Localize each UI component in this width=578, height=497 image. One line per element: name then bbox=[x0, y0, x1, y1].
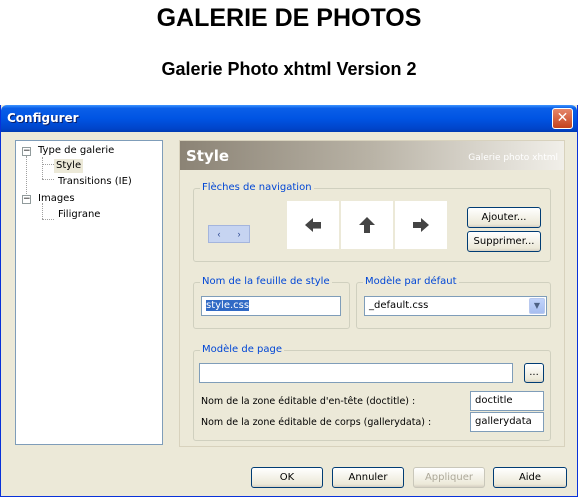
default-model-group: Modèle par défaut _default.css ▼ bbox=[356, 276, 551, 329]
nav-arrows-legend: Flèches de navigation bbox=[200, 182, 314, 193]
settings-panel: Style Galerie photo xhtml Flèches de nav… bbox=[179, 140, 565, 447]
dialog-titlebar[interactable]: Configurer ✕ bbox=[1, 105, 577, 132]
tree-expander[interactable]: − bbox=[22, 195, 31, 204]
ok-button[interactable]: OK bbox=[251, 467, 323, 488]
stylesheet-group: Nom de la feuille de style style.css bbox=[193, 276, 350, 329]
tree-item-style[interactable]: Style bbox=[54, 159, 84, 173]
dialog-title: Configurer bbox=[7, 111, 79, 125]
default-model-legend: Modèle par défaut bbox=[363, 276, 459, 287]
header-zone-label: Nom de la zone éditable d'en-tête (docti… bbox=[201, 396, 416, 407]
arrow-style-sample[interactable]: ‹ › bbox=[208, 225, 250, 243]
tree-expander[interactable]: − bbox=[22, 147, 31, 156]
panel-subtitle: Galerie photo xhtml bbox=[468, 153, 558, 163]
close-icon[interactable]: ✕ bbox=[552, 108, 573, 129]
page-model-group: Modèle de page ... Nom de la zone éditab… bbox=[193, 344, 551, 441]
nav-arrows-group: Flèches de navigation ‹ › Ajouter... Sup… bbox=[193, 182, 551, 262]
tree-item-type-de-galerie[interactable]: Type de galerie bbox=[38, 144, 114, 158]
stylesheet-name-value: style.css bbox=[206, 300, 250, 311]
tree-item-transitions[interactable]: Transitions (IE) bbox=[58, 175, 132, 189]
header-zone-field[interactable]: doctitle bbox=[470, 391, 544, 411]
configurer-dialog: Configurer ✕ − Type de galerie Style Tra… bbox=[0, 105, 578, 497]
default-model-select[interactable]: _default.css ▼ bbox=[364, 296, 547, 316]
sample-right-icon: › bbox=[237, 229, 241, 239]
add-arrow-button[interactable]: Ajouter... bbox=[467, 207, 541, 228]
panel-title: Style bbox=[186, 147, 230, 165]
page-model-legend: Modèle de page bbox=[200, 344, 285, 355]
stylesheet-name-field[interactable]: style.css bbox=[201, 296, 341, 316]
tree-connector bbox=[42, 164, 54, 165]
cancel-button[interactable]: Annuler bbox=[332, 467, 404, 488]
arrow-left-icon[interactable] bbox=[287, 201, 339, 249]
page-subheading: Galerie Photo xhtml Version 2 bbox=[161, 59, 417, 79]
chevron-down-icon[interactable]: ▼ bbox=[529, 298, 545, 314]
tree-item-filigrane[interactable]: Filigrane bbox=[58, 208, 100, 222]
tree-connector bbox=[42, 219, 54, 220]
remove-arrow-button[interactable]: Supprimer... bbox=[467, 231, 541, 252]
page-model-field[interactable] bbox=[199, 363, 513, 383]
sample-left-icon: ‹ bbox=[217, 229, 221, 239]
help-button[interactable]: Aide bbox=[493, 467, 567, 488]
tree-item-images[interactable]: Images bbox=[38, 192, 75, 206]
body-zone-field[interactable]: gallerydata bbox=[470, 412, 544, 432]
default-model-value: _default.css bbox=[369, 300, 429, 311]
body-zone-label: Nom de la zone éditable de corps (galler… bbox=[201, 417, 432, 428]
arrow-up-icon[interactable] bbox=[341, 201, 393, 249]
panel-header: Style Galerie photo xhtml bbox=[180, 141, 564, 170]
arrow-right-icon[interactable] bbox=[395, 201, 447, 249]
tree-connector bbox=[42, 157, 43, 179]
apply-button[interactable]: Appliquer bbox=[413, 467, 485, 488]
page-heading: GALERIE DE PHOTOS bbox=[156, 4, 422, 32]
stylesheet-legend: Nom de la feuille de style bbox=[200, 276, 332, 287]
category-tree[interactable]: − Type de galerie Style Transitions (IE)… bbox=[15, 140, 163, 445]
browse-button[interactable]: ... bbox=[524, 363, 544, 383]
tree-connector bbox=[42, 179, 54, 180]
